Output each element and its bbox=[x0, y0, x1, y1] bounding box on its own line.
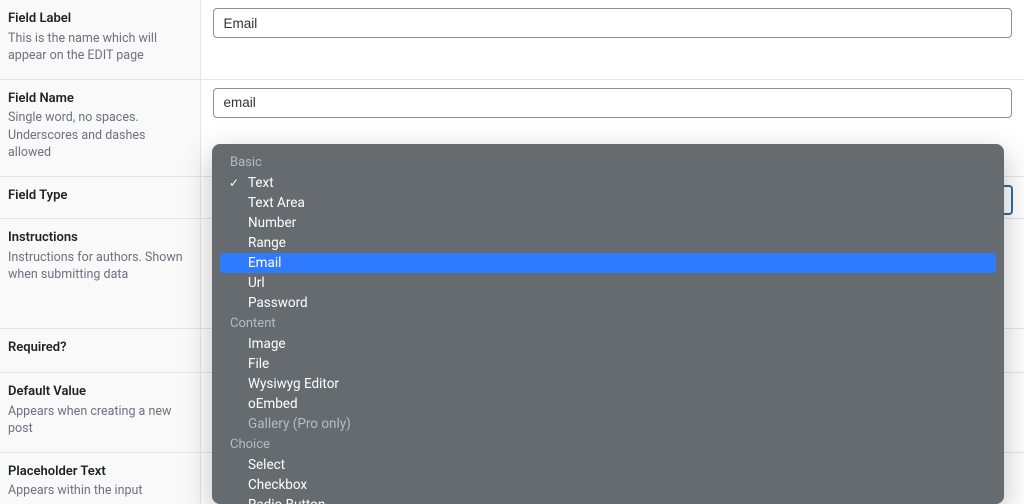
field-label-input[interactable] bbox=[213, 8, 1013, 38]
dropdown-option[interactable]: File bbox=[216, 354, 1000, 374]
field-type-label: Field Type bbox=[0, 176, 200, 219]
label-title: Instructions bbox=[8, 229, 188, 247]
dropdown-option-label: Password bbox=[242, 295, 308, 311]
field-name-input[interactable] bbox=[213, 88, 1013, 118]
label-desc: Appears when creating a new post bbox=[8, 403, 188, 438]
required-label: Required? bbox=[0, 329, 200, 373]
dropdown-option-label: Email bbox=[242, 255, 281, 271]
label-desc: Single word, no spaces. Underscores and … bbox=[8, 109, 188, 162]
dropdown-option-label: Number bbox=[242, 215, 296, 231]
dropdown-option-label: Range bbox=[242, 235, 286, 251]
dropdown-option-label: Text bbox=[242, 175, 274, 191]
dropdown-option[interactable]: Checkbox bbox=[216, 475, 1000, 495]
dropdown-option-label: Select bbox=[242, 457, 285, 473]
dropdown-group-label: Basic bbox=[216, 152, 1000, 173]
dropdown-option[interactable]: Wysiwyg Editor bbox=[216, 374, 1000, 394]
dropdown-option-label: File bbox=[242, 356, 269, 372]
label-title: Field Name bbox=[8, 90, 188, 108]
dropdown-option[interactable]: Select bbox=[216, 455, 1000, 475]
label-title: Placeholder Text bbox=[8, 463, 188, 481]
dropdown-option[interactable]: Password bbox=[216, 293, 1000, 313]
dropdown-option[interactable]: Radio Button bbox=[216, 495, 1000, 504]
dropdown-option-label: Wysiwyg Editor bbox=[242, 376, 339, 392]
instructions-label: Instructions Instructions for authors. S… bbox=[0, 219, 200, 329]
dropdown-option-label: Gallery (Pro only) bbox=[242, 416, 351, 432]
label-title: Field Type bbox=[8, 187, 188, 205]
label-desc: Appears within the input bbox=[8, 482, 188, 500]
dropdown-option: Gallery (Pro only) bbox=[216, 414, 1000, 434]
label-title: Required? bbox=[8, 339, 188, 357]
dropdown-option-label: Radio Button bbox=[242, 497, 325, 504]
dropdown-option[interactable]: Image bbox=[216, 334, 1000, 354]
field-type-select-edge[interactable] bbox=[1003, 185, 1013, 215]
dropdown-option[interactable]: Email bbox=[220, 253, 996, 273]
dropdown-option-label: Text Area bbox=[242, 195, 305, 211]
placeholder-text-label: Placeholder Text Appears within the inpu… bbox=[0, 452, 200, 504]
dropdown-group-label: Content bbox=[216, 313, 1000, 334]
dropdown-option-label: Checkbox bbox=[242, 477, 307, 493]
check-icon: ✓ bbox=[226, 176, 242, 190]
dropdown-option[interactable]: oEmbed bbox=[216, 394, 1000, 414]
dropdown-option[interactable]: ✓Text bbox=[216, 173, 1000, 193]
label-desc: Instructions for authors. Shown when sub… bbox=[8, 249, 188, 284]
field-type-dropdown[interactable]: Basic✓TextText AreaNumberRangeEmailUrlPa… bbox=[212, 144, 1004, 504]
dropdown-option-label: Image bbox=[242, 336, 286, 352]
label-title: Default Value bbox=[8, 383, 188, 401]
dropdown-option-label: oEmbed bbox=[242, 396, 298, 412]
dropdown-group-label: Choice bbox=[216, 434, 1000, 455]
label-title: Field Label bbox=[8, 10, 188, 28]
dropdown-option[interactable]: Range bbox=[216, 233, 1000, 253]
label-desc: This is the name which will appear on th… bbox=[8, 30, 188, 65]
field-name-label: Field Name Single word, no spaces. Under… bbox=[0, 79, 200, 176]
default-value-label: Default Value Appears when creating a ne… bbox=[0, 373, 200, 453]
field-label-label: Field Label This is the name which will … bbox=[0, 0, 200, 79]
dropdown-option[interactable]: Url bbox=[216, 273, 1000, 293]
dropdown-option[interactable]: Number bbox=[216, 213, 1000, 233]
dropdown-option[interactable]: Text Area bbox=[216, 193, 1000, 213]
dropdown-option-label: Url bbox=[242, 275, 265, 291]
